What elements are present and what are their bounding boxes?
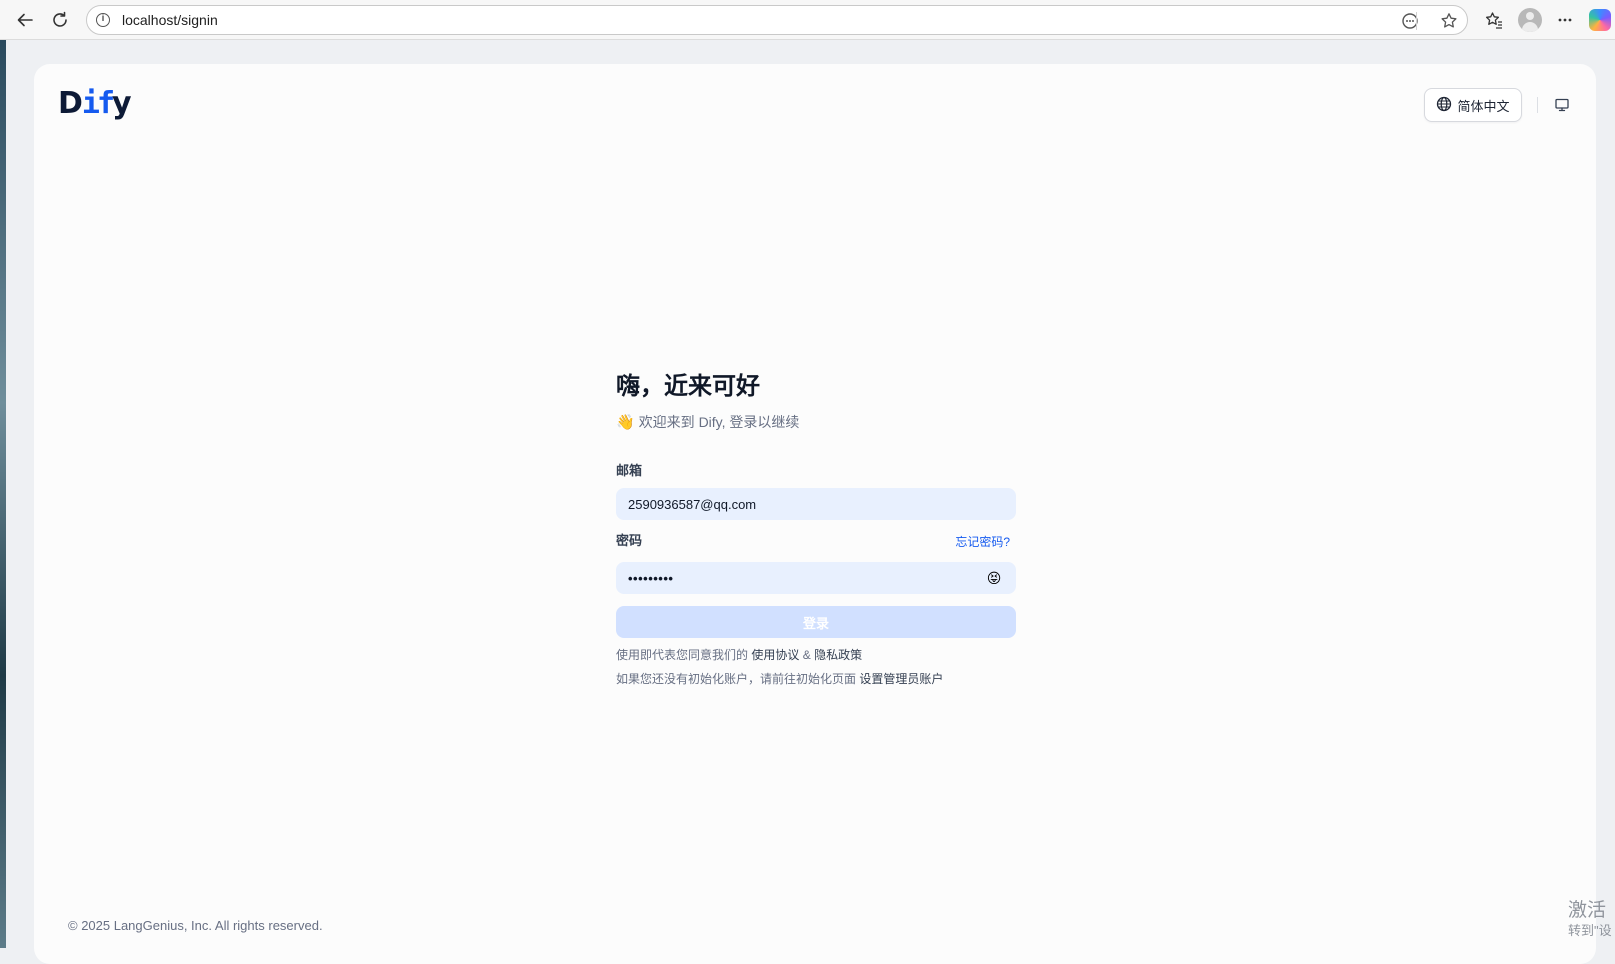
language-selector[interactable]: 简体中文: [1424, 88, 1522, 122]
watermark-line-2: 转到"设: [1568, 923, 1612, 938]
password-field-wrapper: ••••••••• 😝: [616, 562, 1016, 594]
page-title: 嗨，近来可好: [616, 373, 760, 400]
profile-icon[interactable]: [1518, 8, 1542, 32]
info-icon[interactable]: i: [96, 13, 110, 27]
globe-icon: [1436, 96, 1452, 115]
favorites-icon[interactable]: [1482, 8, 1506, 32]
address-url[interactable]: localhost/signin: [122, 12, 218, 28]
password-label: 密码: [616, 533, 643, 548]
dify-logo[interactable]: Dify: [58, 86, 132, 121]
password-field[interactable]: •••••••••: [616, 562, 1016, 594]
reload-icon[interactable]: [48, 8, 72, 32]
copilot-icon[interactable]: [1589, 9, 1611, 31]
signin-subtitle: 👋 欢迎来到 Dify, 登录以继续: [616, 412, 1016, 432]
windows-activation-watermark: 激活 转到"设: [1568, 900, 1615, 940]
init-notice: 如果您还没有初始化账户，请前往初始化页面 设置管理员账户: [616, 670, 1016, 688]
reader-mode-icon[interactable]: [1399, 10, 1421, 32]
copyright: © 2025 LangGenius, Inc. All rights reser…: [68, 918, 323, 933]
signin-form: 嗨，近来可好 👋 欢迎来到 Dify, 登录以继续 邮箱 2590936587@…: [616, 370, 1016, 688]
watermark-line-1: 激活: [1568, 900, 1607, 921]
show-password-toggle-icon[interactable]: 😝: [986, 570, 1002, 586]
email-label: 邮箱: [616, 463, 643, 478]
terms-of-service-link[interactable]: 使用协议: [751, 648, 799, 662]
monitor-icon[interactable]: [1552, 96, 1572, 114]
privacy-policy-link[interactable]: 隐私政策: [814, 648, 862, 662]
logo-text-accent: if: [81, 86, 115, 121]
terms-and: &: [802, 648, 811, 662]
back-arrow-icon[interactable]: [13, 8, 37, 32]
terms-notice: 使用即代表您同意我们的 使用协议 & 隐私政策: [616, 646, 1016, 664]
init-prefix: 如果您还没有初始化账户，请前往初始化页面: [616, 672, 857, 686]
header-divider: [1537, 97, 1538, 113]
star-icon[interactable]: [1438, 10, 1460, 32]
language-label: 简体中文: [1457, 98, 1510, 114]
logo-text-start: D: [58, 86, 83, 121]
browser-toolbar: i localhost/signin: [0, 0, 1615, 40]
page-card: Dify 简体中文 嗨，近来可好 👋 欢迎来到 Dify, 登录以继续 邮箱 2…: [34, 64, 1596, 964]
email-field[interactable]: 2590936587@qq.com: [616, 488, 1016, 520]
address-divider: [1416, 12, 1417, 30]
subtitle-text: 欢迎来到 Dify, 登录以继续: [638, 414, 800, 430]
waving-hand-icon: 👋: [616, 414, 635, 431]
desktop-wallpaper-edge: [0, 40, 6, 948]
logo-text-end: y: [112, 86, 132, 121]
password-label-row: 密码 忘记密码?: [616, 531, 1016, 551]
setup-admin-link[interactable]: 设置管理员账户: [859, 672, 943, 686]
signin-button[interactable]: 登录: [616, 606, 1016, 638]
more-icon[interactable]: [1553, 8, 1577, 32]
forgot-password-link[interactable]: 忘记密码?: [955, 533, 1010, 550]
terms-prefix: 使用即代表您同意我们的: [616, 648, 749, 662]
address-bar[interactable]: i localhost/signin: [86, 5, 1468, 35]
